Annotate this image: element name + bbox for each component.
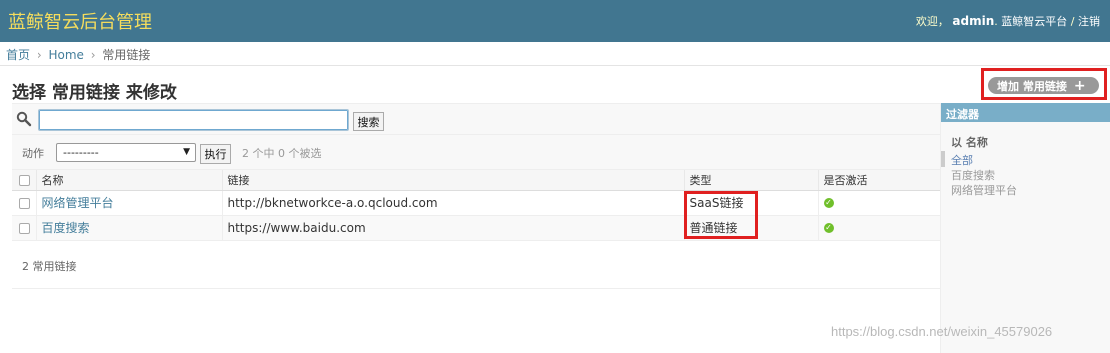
- breadcrumb-home-cn[interactable]: 首页: [6, 48, 30, 62]
- plus-icon: +: [1073, 77, 1086, 94]
- filter-selected-indicator: [941, 151, 945, 167]
- filter-option-all[interactable]: 全部: [951, 153, 1110, 168]
- column-header-link[interactable]: 链接: [221, 170, 684, 191]
- filter-option-all-link[interactable]: 全部: [951, 154, 973, 167]
- table-header-row: 名称 链接 类型 是否激活: [12, 170, 940, 191]
- logout-link[interactable]: 注销: [1078, 15, 1100, 28]
- user-tools-separator: /: [1070, 15, 1075, 28]
- header-bar: 蓝鲸智云后台管理 欢迎， admin. 蓝鲸智云平台 / 注销: [0, 0, 1110, 42]
- row-name-cell: 百度搜索: [35, 215, 222, 241]
- add-link-button[interactable]: 增加 常用链接 +: [988, 77, 1099, 94]
- row-name-link[interactable]: 百度搜索: [42, 221, 90, 235]
- row-active-cell: ✓: [817, 215, 940, 241]
- row-link-cell: https://www.baidu.com: [221, 215, 684, 241]
- selection-counter: 2 个中 0 个被选: [242, 147, 322, 160]
- changelist: 搜索 动作 --------- ▼ 执行 2 个中 0 个被选 名称 链接 类型…: [12, 103, 940, 353]
- breadcrumb: 首页 › Home › 常用链接: [0, 42, 1110, 66]
- row-select-cell: [12, 190, 36, 216]
- check-circle-icon: ✓: [823, 223, 834, 233]
- results-table: 名称 链接 类型 是否激活 网络管理平台 http://bknetworkce-…: [12, 170, 940, 241]
- site-link[interactable]: 蓝鲸智云平台: [1001, 15, 1067, 28]
- search-toolbar: 搜索: [12, 104, 940, 135]
- breadcrumb-separator: ›: [36, 48, 42, 62]
- search-icon: [16, 111, 32, 127]
- column-header-active[interactable]: 是否激活: [817, 170, 940, 191]
- site-brand[interactable]: 蓝鲸智云后台管理: [8, 8, 152, 34]
- column-header-name[interactable]: 名称: [35, 170, 222, 191]
- paginator: 2 常用链接: [12, 249, 940, 289]
- row-checkbox[interactable]: [19, 222, 30, 234]
- row-checkbox[interactable]: [19, 197, 30, 209]
- select-all-checkbox[interactable]: [19, 174, 30, 186]
- username: admin: [952, 14, 995, 28]
- table-row: 百度搜索 https://www.baidu.com 普通链接 ✓: [12, 215, 940, 241]
- row-active-cell: ✓: [817, 190, 940, 216]
- check-circle-icon: ✓: [823, 198, 834, 208]
- action-select[interactable]: --------- ▼: [56, 143, 196, 162]
- breadcrumb-separator: ›: [90, 48, 96, 62]
- add-link-label: 增加 常用链接: [997, 79, 1067, 93]
- search-button[interactable]: 搜索: [353, 112, 384, 131]
- row-select-cell: [12, 215, 36, 241]
- row-name-cell: 网络管理平台: [35, 190, 222, 216]
- row-name-link[interactable]: 网络管理平台: [42, 196, 114, 210]
- filter-option-baidu[interactable]: 百度搜索: [951, 168, 1110, 183]
- user-tools: 欢迎， admin. 蓝鲸智云平台 / 注销: [915, 14, 1100, 28]
- filter-option-network[interactable]: 网络管理平台: [951, 183, 1110, 198]
- type-column-highlight: [684, 191, 758, 239]
- welcome-text: 欢迎，: [915, 15, 949, 28]
- filter-panel: 过滤器 以 名称 全部 百度搜索 网络管理平台: [940, 103, 1110, 353]
- actions-bar: 动作 --------- ▼ 执行 2 个中 0 个被选: [12, 135, 940, 170]
- column-header-type[interactable]: 类型: [683, 170, 818, 191]
- filter-group-title: 以 名称: [951, 136, 988, 149]
- search-input[interactable]: [38, 109, 349, 131]
- breadcrumb-home[interactable]: Home: [48, 48, 83, 62]
- actions-label: 动作: [22, 147, 44, 160]
- select-all-cell: [12, 170, 36, 191]
- dropdown-caret-icon: ▼: [183, 147, 190, 157]
- filter-options: 全部 百度搜索 网络管理平台: [951, 153, 1110, 198]
- breadcrumb-current: 常用链接: [102, 48, 151, 62]
- filter-title: 过滤器: [941, 103, 1110, 122]
- table-row: 网络管理平台 http://bknetworkce-a.o.qcloud.com…: [12, 190, 940, 216]
- action-select-value: ---------: [63, 146, 99, 159]
- add-button-highlight: 增加 常用链接 +: [981, 68, 1107, 100]
- go-button[interactable]: 执行: [200, 144, 231, 164]
- row-link-cell: http://bknetworkce-a.o.qcloud.com: [221, 190, 684, 216]
- page-title: 选择 常用链接 来修改: [12, 83, 177, 103]
- watermark-text: https://blog.csdn.net/weixin_45579026: [831, 324, 1053, 339]
